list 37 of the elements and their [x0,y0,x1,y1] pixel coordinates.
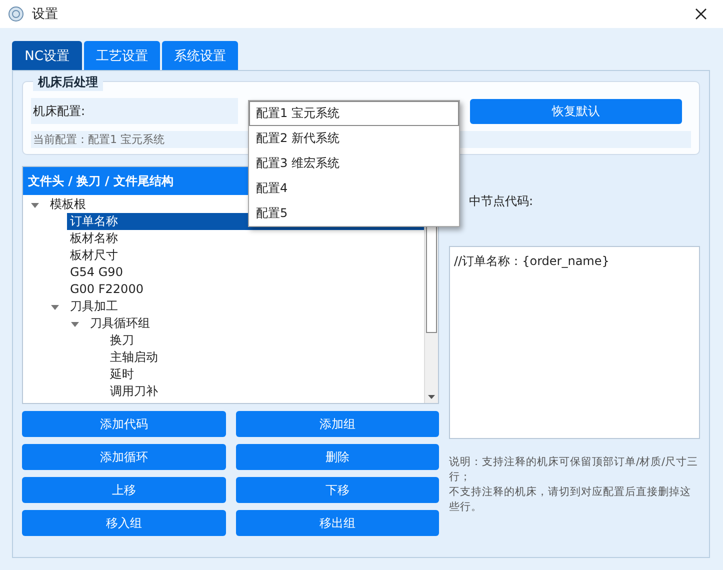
expand-arrow-icon[interactable] [71,320,79,328]
window-title: 设置 [32,6,59,23]
tab[interactable]: NC设置 [12,41,82,70]
expand-arrow-icon[interactable] [51,302,59,310]
action-button[interactable]: 删除 [236,444,439,470]
tab[interactable]: 工艺设置 [84,41,160,70]
note-text: 不支持注释的机床，请切到对应配置后直接删掉这些行。 [449,485,692,515]
tree-item[interactable]: 调用刀补 [107,383,161,400]
code-editor[interactable]: //订单名称：{order_name} [449,246,700,439]
tree-item[interactable]: G00 F22000 [67,281,146,298]
expand-arrow-icon[interactable] [31,200,39,208]
tree-item[interactable]: 板材名称 [67,230,121,247]
tree-item[interactable]: 主轴启动 [107,349,161,366]
action-button[interactable]: 移出组 [236,510,439,536]
scroll-down-icon[interactable] [427,392,436,401]
dropdown-option[interactable]: 配置1 宝元系统 [249,101,459,126]
tree-item[interactable]: G54 G90 [67,264,126,281]
tree-item[interactable]: 板材尺寸 [67,247,121,264]
close-icon[interactable] [695,8,707,20]
tree-item[interactable]: 刀具加工 [67,298,121,315]
tree-item[interactable]: 刀具循环组 [87,315,153,332]
tree-item[interactable]: 模板根 [47,196,89,213]
tree-item[interactable]: 延时 [107,366,137,383]
action-button[interactable]: 下移 [236,477,439,503]
action-button[interactable]: 移入组 [22,510,226,536]
app-icon [8,6,24,22]
action-button[interactable]: 添加代码 [22,411,226,437]
action-button[interactable]: 添加组 [236,411,439,437]
config-label: 机床配置: [31,98,238,124]
note-text: 说明：支持注释的机床可保留顶部订单/材质/尺寸三行； [449,455,700,485]
group-title: 机床后处理 [33,74,103,91]
tab[interactable]: 系统设置 [162,41,238,70]
action-button[interactable]: 上移 [22,477,226,503]
code-label: 中节点代码: [468,193,534,210]
action-button[interactable]: 添加循环 [22,444,226,470]
tree-item[interactable]: 换刀 [107,332,137,349]
restore-default-button[interactable]: 恢复默认 [470,98,682,124]
